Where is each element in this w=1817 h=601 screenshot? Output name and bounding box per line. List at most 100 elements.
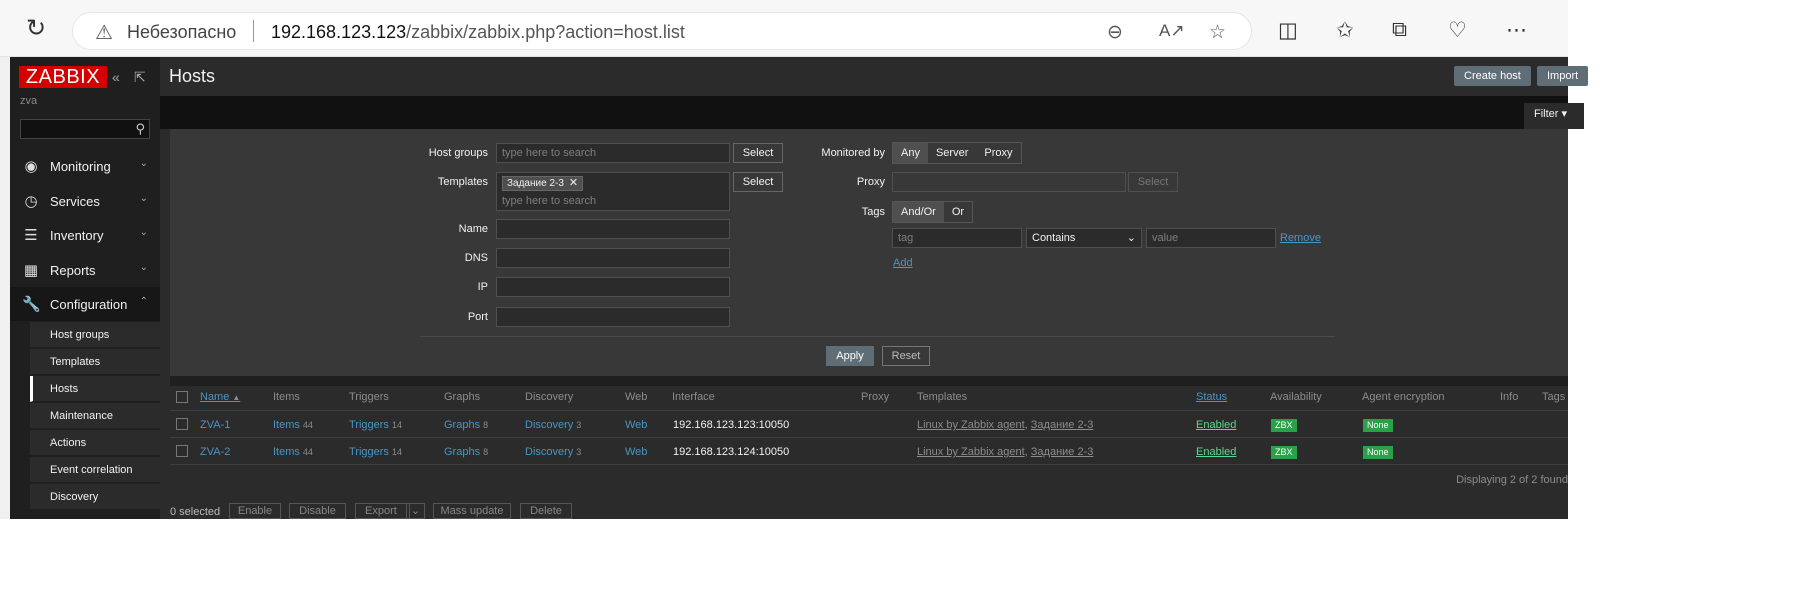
- disable-button[interactable]: Disable: [289, 503, 346, 519]
- page-title: Hosts: [169, 66, 216, 86]
- web-link[interactable]: Web: [625, 446, 647, 458]
- monitored-any-option[interactable]: Any: [893, 143, 928, 163]
- import-button[interactable]: Import: [1537, 66, 1589, 86]
- monitored-server-option[interactable]: Server: [927, 143, 977, 163]
- templates-input[interactable]: Задание 2-3 ✕ type here to search: [496, 172, 730, 211]
- row-checkbox[interactable]: [176, 445, 188, 457]
- enable-button[interactable]: Enable: [229, 503, 281, 519]
- create-host-button[interactable]: Create host: [1454, 66, 1531, 86]
- items-link[interactable]: Items 44: [273, 446, 313, 458]
- interface-value: 192.168.123.124:10050: [673, 446, 790, 458]
- tag-input[interactable]: tag: [892, 228, 1022, 248]
- port-input[interactable]: [496, 307, 730, 327]
- submenu-label: Host groups: [50, 329, 110, 341]
- proxy-input[interactable]: [892, 172, 1126, 192]
- apply-button[interactable]: Apply: [826, 346, 874, 366]
- column-header-name[interactable]: Name ▲: [200, 391, 240, 403]
- mass-update-button[interactable]: Mass update: [433, 503, 511, 519]
- menu-inventory[interactable]: ☰ Inventory ⌄: [10, 218, 160, 252]
- items-link[interactable]: Items 44: [273, 419, 313, 431]
- discovery-link[interactable]: Discovery 3: [525, 446, 581, 458]
- menu-reports[interactable]: ▦ Reports ⌄: [10, 253, 160, 287]
- split-screen-icon[interactable]: ◫: [1278, 18, 1298, 43]
- browser-health-icon[interactable]: ♡: [1448, 18, 1467, 43]
- submenu-event-correlation[interactable]: Event correlation: [30, 457, 160, 483]
- tags-and-or-option[interactable]: And/Or: [893, 202, 944, 222]
- graphs-link[interactable]: Graphs 8: [444, 446, 488, 458]
- template-link[interactable]: Linux by Zabbix agent: [917, 446, 1025, 458]
- column-header-label: Name: [200, 391, 230, 403]
- security-label[interactable]: Небезопасно: [127, 22, 236, 43]
- url-text[interactable]: 192.168.123.123/zabbix/zabbix.php?action…: [271, 22, 685, 43]
- zoom-out-icon[interactable]: ⊖: [1107, 21, 1123, 44]
- submenu-actions[interactable]: Actions ›: [30, 430, 160, 456]
- submenu-maintenance[interactable]: Maintenance: [30, 403, 160, 429]
- chevron-down-icon: ⌄: [139, 158, 148, 169]
- eye-icon: ◉: [24, 158, 38, 175]
- more-menu-icon[interactable]: ⋯: [1506, 18, 1527, 43]
- triggers-link[interactable]: Triggers 14: [349, 446, 402, 458]
- template-chip[interactable]: Задание 2-3 ✕: [502, 176, 584, 191]
- zabbix-logo[interactable]: ZABBIX: [19, 66, 107, 88]
- menu-configuration[interactable]: 🔧 Configuration ⌃: [10, 287, 160, 321]
- name-input[interactable]: [496, 219, 730, 239]
- menu-monitoring[interactable]: ◉ Monitoring ⌄: [10, 149, 160, 183]
- template-link[interactable]: Задание 2-3: [1031, 419, 1094, 431]
- tags-or-option[interactable]: Or: [943, 202, 973, 222]
- tag-placeholder: tag: [898, 232, 914, 244]
- address-bar[interactable]: ⚠ Небезопасно 192.168.123.123/zabbix/zab…: [72, 12, 1252, 50]
- ip-input[interactable]: [496, 277, 730, 297]
- column-header-tags: Tags: [1542, 391, 1566, 403]
- delete-button[interactable]: Delete: [520, 503, 572, 519]
- sidebar-search-input[interactable]: ⚲: [20, 119, 150, 139]
- column-header-agent-encryption: Agent encryption: [1362, 391, 1445, 403]
- submenu-label: Maintenance: [50, 410, 113, 422]
- submenu-hosts[interactable]: Hosts: [30, 376, 160, 402]
- remove-tag-link[interactable]: Remove: [1280, 232, 1321, 244]
- monitored-proxy-option[interactable]: Proxy: [976, 143, 1021, 163]
- close-icon[interactable]: ✕: [569, 177, 578, 189]
- table-footer: 0 selected Enable Disable Export ⌄ Mass …: [170, 500, 1568, 519]
- export-button[interactable]: Export: [355, 503, 410, 519]
- add-tag-link[interactable]: Add: [893, 257, 913, 269]
- triggers-link[interactable]: Triggers 14: [349, 419, 402, 431]
- row-divider: [170, 464, 1568, 465]
- collapse-sidebar-icon[interactable]: «: [112, 69, 120, 85]
- host-name-link[interactable]: ZVA-1: [200, 419, 230, 431]
- search-icon[interactable]: ⚲: [135, 121, 145, 137]
- dns-input[interactable]: [496, 248, 730, 268]
- column-header-status[interactable]: Status: [1196, 391, 1227, 403]
- status-link[interactable]: Enabled: [1196, 419, 1236, 431]
- tag-value-input[interactable]: value: [1146, 228, 1276, 248]
- web-link[interactable]: Web: [625, 419, 647, 431]
- reload-icon[interactable]: ↻: [24, 17, 48, 42]
- templates-value: Linux by Zabbix agent, Задание 2-3: [917, 419, 1094, 431]
- discovery-link[interactable]: Discovery 3: [525, 419, 581, 431]
- filter-tab[interactable]: Filter ▾: [1524, 103, 1584, 129]
- tag-operator-select[interactable]: Contains ⌄: [1026, 228, 1142, 248]
- warning-icon[interactable]: ⚠: [95, 20, 113, 45]
- proxy-select-button[interactable]: Select: [1128, 172, 1178, 192]
- submenu-discovery[interactable]: Discovery: [30, 484, 160, 510]
- status-link[interactable]: Enabled: [1196, 446, 1236, 458]
- host-groups-input[interactable]: type here to search: [496, 143, 730, 163]
- favorite-star-icon[interactable]: ☆: [1209, 21, 1226, 44]
- submenu-host-groups[interactable]: Host groups: [30, 322, 160, 348]
- reset-button[interactable]: Reset: [882, 346, 930, 366]
- select-all-checkbox[interactable]: [176, 391, 188, 403]
- kiosk-mode-icon[interactable]: ⇱: [134, 69, 146, 86]
- discovery-label: Discovery: [525, 446, 574, 458]
- favorites-list-icon[interactable]: ✩: [1336, 18, 1354, 43]
- menu-services[interactable]: ◷ Services ⌄: [10, 184, 160, 218]
- collections-icon[interactable]: ⧉: [1392, 18, 1407, 42]
- server-name: zva: [20, 95, 38, 107]
- template-link[interactable]: Задание 2-3: [1031, 446, 1094, 458]
- graphs-link[interactable]: Graphs 8: [444, 419, 488, 431]
- export-chevron-down-icon[interactable]: ⌄: [406, 503, 425, 519]
- submenu-templates[interactable]: Templates: [30, 349, 160, 375]
- row-checkbox[interactable]: [176, 418, 188, 430]
- host-name-link[interactable]: ZVA-2: [200, 446, 230, 458]
- read-aloud-icon[interactable]: A↗: [1159, 21, 1185, 41]
- submenu-label: Event correlation: [50, 464, 133, 476]
- template-link[interactable]: Linux by Zabbix agent: [917, 419, 1025, 431]
